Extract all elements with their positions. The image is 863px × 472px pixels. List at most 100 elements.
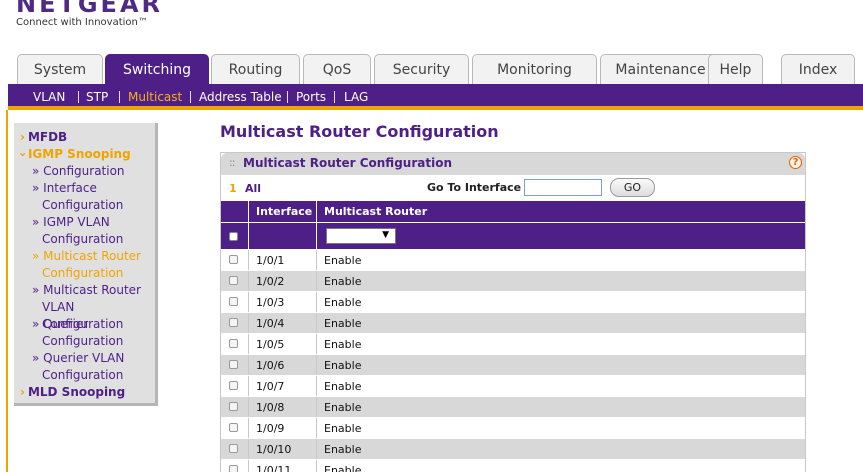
table-header: Interface Multicast Router xyxy=(221,201,805,222)
subnav-divider xyxy=(287,91,288,103)
column-divider xyxy=(248,313,249,334)
row-checkbox[interactable] xyxy=(229,297,238,306)
sidebar-item-mfdb[interactable]: › MFDB xyxy=(20,129,67,146)
goto-interface-input[interactable] xyxy=(524,179,602,196)
row-checkbox[interactable] xyxy=(229,381,238,390)
sidebar-item-mld-snooping[interactable]: › MLD Snooping xyxy=(20,384,125,401)
sidebar-item-multicast-router-vlan[interactable]: » Multicast Router xyxy=(32,282,141,299)
cell-interface: 1/0/3 xyxy=(256,296,285,309)
row-checkbox[interactable] xyxy=(229,402,238,411)
select-all-checkbox[interactable] xyxy=(229,232,238,241)
cell-multicast-router: Enable xyxy=(324,401,362,414)
table-row: 1/0/4 Enable xyxy=(221,312,805,334)
column-divider xyxy=(316,376,317,397)
column-divider xyxy=(248,460,249,472)
cell-multicast-router: Enable xyxy=(324,317,362,330)
column-divider xyxy=(316,460,317,472)
sidebar-item-igmp-vlan-configuration-line2[interactable]: Configuration xyxy=(42,231,123,248)
subnav-vlan[interactable]: VLAN xyxy=(33,84,65,106)
drag-grip-icon[interactable]: :: xyxy=(229,156,236,169)
sidebar-item-label: MFDB xyxy=(27,130,68,144)
row-checkbox[interactable] xyxy=(229,318,238,327)
sidebar-item-interface-configuration[interactable]: » Interface xyxy=(32,180,97,197)
subnav-stp[interactable]: STP xyxy=(86,84,108,106)
multicast-router-select[interactable]: ▼ xyxy=(326,228,396,244)
panel-header: :: Multicast Router Configuration ? xyxy=(221,153,805,175)
tab-index[interactable]: Index xyxy=(781,54,855,85)
table-row: 1/0/7 Enable xyxy=(221,375,805,397)
sidebar-item-querier-configuration-line2[interactable]: Configuration xyxy=(42,333,123,350)
sidebar-item-querier-vlan-configuration-line2[interactable]: Configuration xyxy=(42,367,123,384)
table-row: 1/0/1 Enable xyxy=(221,249,805,271)
subnav-divider xyxy=(119,91,120,103)
column-divider xyxy=(316,334,317,355)
tab-switching[interactable]: Switching xyxy=(105,54,209,85)
column-divider xyxy=(248,355,249,376)
sidebar-item-igmp-snooping[interactable]: ›IGMP Snooping xyxy=(16,146,131,163)
table-row: 1/0/11 Enable xyxy=(221,459,805,472)
table-row: 1/0/2 Enable xyxy=(221,270,805,292)
sidebar-item-interface-configuration-line2[interactable]: Configuration xyxy=(42,197,123,214)
cell-interface: 1/0/4 xyxy=(256,317,285,330)
column-divider xyxy=(248,223,249,250)
row-checkbox[interactable] xyxy=(229,465,238,472)
column-divider xyxy=(316,397,317,418)
column-divider xyxy=(316,418,317,439)
page-count: 1 xyxy=(229,182,237,195)
subnav-lag[interactable]: LAG xyxy=(344,84,368,106)
cell-multicast-router: Enable xyxy=(324,296,362,309)
tab-security[interactable]: Security xyxy=(374,54,469,85)
netgear-logo[interactable]: NETGEAR Connect with Innovation™ xyxy=(16,0,163,28)
column-divider xyxy=(248,418,249,439)
subnav-address-table[interactable]: Address Table xyxy=(199,84,282,106)
subnav-multicast[interactable]: Multicast xyxy=(128,84,182,106)
row-checkbox[interactable] xyxy=(229,444,238,453)
subnav-divider xyxy=(78,91,79,103)
table-row: 1/0/9 Enable xyxy=(221,417,805,439)
cell-interface: 1/0/7 xyxy=(256,380,285,393)
cell-multicast-router: Enable xyxy=(324,380,362,393)
tab-routing[interactable]: Routing xyxy=(211,54,300,85)
table-body: 1/0/1 Enable 1/0/2 Enable 1/0/3 Enable 1/0/4 En… xyxy=(221,249,805,472)
column-header-multicast-router: Multicast Router xyxy=(324,205,428,218)
cell-interface: 1/0/5 xyxy=(256,338,285,351)
goto-interface-label: Go To Interface xyxy=(427,181,522,194)
row-checkbox[interactable] xyxy=(229,276,238,285)
help-icon[interactable]: ? xyxy=(789,156,802,169)
tab-system[interactable]: System xyxy=(17,54,103,85)
go-button[interactable]: GO xyxy=(610,178,655,197)
column-divider xyxy=(316,201,317,222)
row-checkbox[interactable] xyxy=(229,339,238,348)
row-checkbox[interactable] xyxy=(229,255,238,264)
column-divider xyxy=(248,250,249,271)
sidebar-item-igmp-vlan-configuration[interactable]: » IGMP VLAN xyxy=(32,214,110,231)
sidebar-item-configuration[interactable]: » Configuration xyxy=(32,163,125,180)
cell-interface: 1/0/11 xyxy=(256,464,292,472)
sidebar-item-querier-configuration[interactable]: » Querier xyxy=(32,316,88,333)
column-divider xyxy=(316,355,317,376)
column-divider xyxy=(248,334,249,355)
row-checkbox[interactable] xyxy=(229,360,238,369)
column-divider xyxy=(316,271,317,292)
caret-down-icon: ▼ xyxy=(382,230,389,240)
tab-monitoring[interactable]: Monitoring xyxy=(472,54,597,85)
all-link[interactable]: All xyxy=(245,182,261,195)
sidebar-item-label: IGMP Snooping xyxy=(27,147,131,161)
sidebar-item-querier-vlan-configuration[interactable]: » Querier VLAN xyxy=(32,350,124,367)
tab-qos[interactable]: QoS xyxy=(303,54,371,85)
sidebar-item-multicast-router-configuration[interactable]: » Multicast Router xyxy=(32,248,141,265)
table-filter-row: ▼ xyxy=(221,222,805,250)
tab-maintenance[interactable]: Maintenance xyxy=(600,54,721,85)
table-row: 1/0/6 Enable xyxy=(221,354,805,376)
cell-interface: 1/0/6 xyxy=(256,359,285,372)
column-header-interface: Interface xyxy=(256,205,313,218)
cell-multicast-router: Enable xyxy=(324,254,362,267)
cell-multicast-router: Enable xyxy=(324,359,362,372)
sidebar-item-multicast-router-configuration-line2[interactable]: Configuration xyxy=(42,265,123,282)
tab-help[interactable]: Help xyxy=(708,54,763,85)
column-divider xyxy=(316,313,317,334)
subnav-ports[interactable]: Ports xyxy=(296,84,326,106)
row-checkbox[interactable] xyxy=(229,423,238,432)
column-divider xyxy=(248,439,249,460)
table-row: 1/0/5 Enable xyxy=(221,333,805,355)
